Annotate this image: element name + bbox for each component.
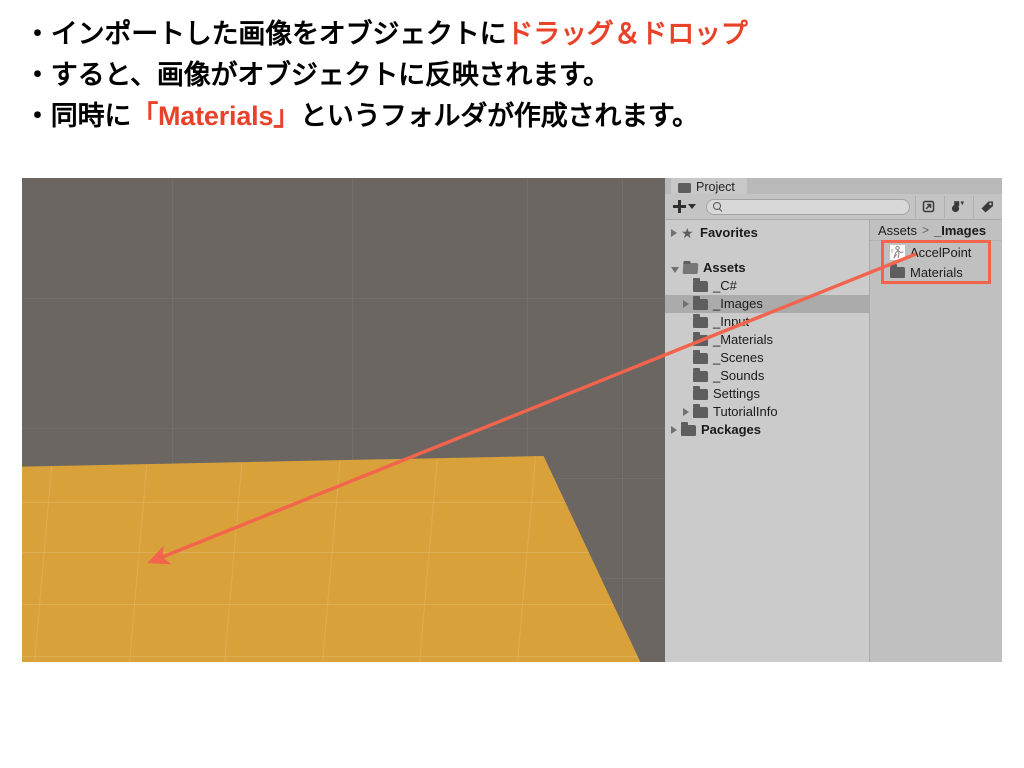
bullet-3-seg-3: というフォルダが作成されます。	[300, 101, 699, 131]
plus-icon	[673, 200, 686, 213]
viewport-gridline	[22, 298, 665, 299]
project-panel-body: ★ Favorites Assets _C# _Images _Input _M…	[665, 220, 1002, 662]
chevron-right-icon[interactable]	[683, 408, 689, 416]
tree-item-label: TutorialInfo	[713, 404, 778, 419]
project-toolbar	[665, 194, 1002, 220]
bullet-line-2: ・すると、画像がオブジェクトに反映されます。	[24, 55, 1004, 96]
tree-item-label: _Materials	[713, 332, 773, 347]
tree-item-sounds[interactable]: _Sounds	[665, 367, 869, 385]
bullet-line-1: ・インポートした画像をオブジェクトにドラッグ＆ドロップ	[24, 14, 1004, 55]
chevron-right-icon[interactable]	[683, 300, 689, 308]
folder-icon	[693, 314, 708, 328]
asset-label: AccelPoint	[910, 244, 972, 260]
tree-item-label: Assets	[703, 260, 746, 275]
folder-icon	[693, 332, 708, 346]
bullet-3-seg-2: 「Materials」	[131, 101, 301, 131]
breadcrumb-separator-icon: >	[922, 223, 930, 237]
search-field[interactable]	[706, 198, 910, 215]
star-icon: ★	[681, 224, 694, 241]
asset-item-materials[interactable]: Materials	[876, 262, 986, 282]
tree-item-label: Favorites	[700, 225, 758, 240]
filter-by-type-icon[interactable]	[944, 195, 970, 218]
folder-icon	[693, 350, 708, 364]
search-input[interactable]	[726, 200, 903, 213]
tree-item-images[interactable]: _Images	[665, 295, 869, 313]
chevron-down-icon	[688, 204, 696, 209]
scene-viewport[interactable]	[22, 178, 665, 662]
tree-item-label: _Input	[713, 314, 750, 329]
project-content-pane[interactable]: Assets > _Images AccelPoint Materials	[870, 220, 1002, 662]
panel-tab-strip: Project	[665, 178, 1002, 194]
tab-project-label: Project	[696, 180, 735, 194]
ground-plane	[22, 456, 652, 662]
viewport-gridline	[622, 178, 623, 662]
project-window-icon	[678, 183, 691, 193]
breadcrumb: Assets > _Images	[870, 220, 1002, 241]
filter-by-label-icon[interactable]	[973, 195, 999, 218]
chevron-down-icon[interactable]	[671, 266, 679, 273]
project-folder-tree[interactable]: ★ Favorites Assets _C# _Images _Input _M…	[665, 220, 870, 662]
tree-item-label: _Scenes	[713, 350, 764, 365]
tree-item-packages[interactable]: Packages	[665, 421, 869, 439]
bullet-line-3: ・同時に「Materials」というフォルダが作成されます。	[24, 96, 1004, 137]
tree-item-label: _Images	[713, 296, 763, 311]
folder-icon	[693, 278, 708, 292]
tree-item-label: _Sounds	[713, 368, 765, 383]
unity-editor-screenshot: Project ★ Favorites Assets _C# _Images _…	[22, 178, 1002, 662]
tree-item-favorites[interactable]: ★ Favorites	[665, 224, 869, 242]
asset-item-accelpoint[interactable]: AccelPoint	[876, 242, 986, 262]
tree-item-c-sharp[interactable]: _C#	[665, 277, 869, 295]
tree-item-label: _C#	[713, 278, 737, 293]
viewport-gridline	[172, 178, 173, 478]
chevron-right-icon[interactable]	[671, 426, 677, 434]
project-panel: Project ★ Favorites Assets _C# _Images _…	[665, 178, 1002, 662]
folder-icon	[693, 296, 708, 310]
image-thumbnail-icon	[890, 244, 905, 260]
bullet-1-seg-1: ・インポートした画像をオブジェクトに	[24, 19, 507, 49]
create-asset-button[interactable]	[668, 197, 701, 217]
tree-item-materials[interactable]: _Materials	[665, 331, 869, 349]
tree-item-assets[interactable]: Assets	[665, 259, 869, 277]
search-expand-icon[interactable]	[915, 195, 941, 218]
folder-open-icon	[682, 262, 699, 274]
search-icon	[713, 202, 722, 211]
asset-label: Materials	[910, 264, 963, 280]
tree-item-scenes[interactable]: _Scenes	[665, 349, 869, 367]
tab-project[interactable]: Project	[671, 178, 747, 194]
breadcrumb-current: _Images	[934, 222, 987, 238]
viewport-gridline	[22, 428, 665, 429]
asset-list: AccelPoint Materials	[876, 242, 986, 282]
viewport-gridline	[352, 178, 353, 478]
tree-item-label: Settings	[713, 386, 760, 401]
folder-icon	[681, 422, 696, 436]
bullet-2-seg-1: ・すると、画像がオブジェクトに反映されます。	[24, 60, 610, 90]
tree-item-tutorialinfo[interactable]: TutorialInfo	[665, 403, 869, 421]
chevron-right-icon[interactable]	[671, 229, 677, 237]
folder-icon	[693, 404, 708, 418]
slide-text-block: ・インポートした画像をオブジェクトにドラッグ＆ドロップ ・すると、画像がオブジェ…	[24, 14, 1004, 137]
bullet-1-seg-2: ドラッグ＆ドロップ	[506, 19, 748, 49]
folder-icon	[693, 386, 708, 400]
tree-item-label: Packages	[701, 422, 761, 437]
tree-item-settings[interactable]: Settings	[665, 385, 869, 403]
bullet-3-seg-1: ・同時に	[24, 101, 132, 131]
tree-item-input[interactable]: _Input	[665, 313, 869, 331]
folder-icon	[890, 264, 905, 278]
breadcrumb-root[interactable]: Assets	[878, 223, 917, 238]
folder-icon	[693, 368, 708, 382]
